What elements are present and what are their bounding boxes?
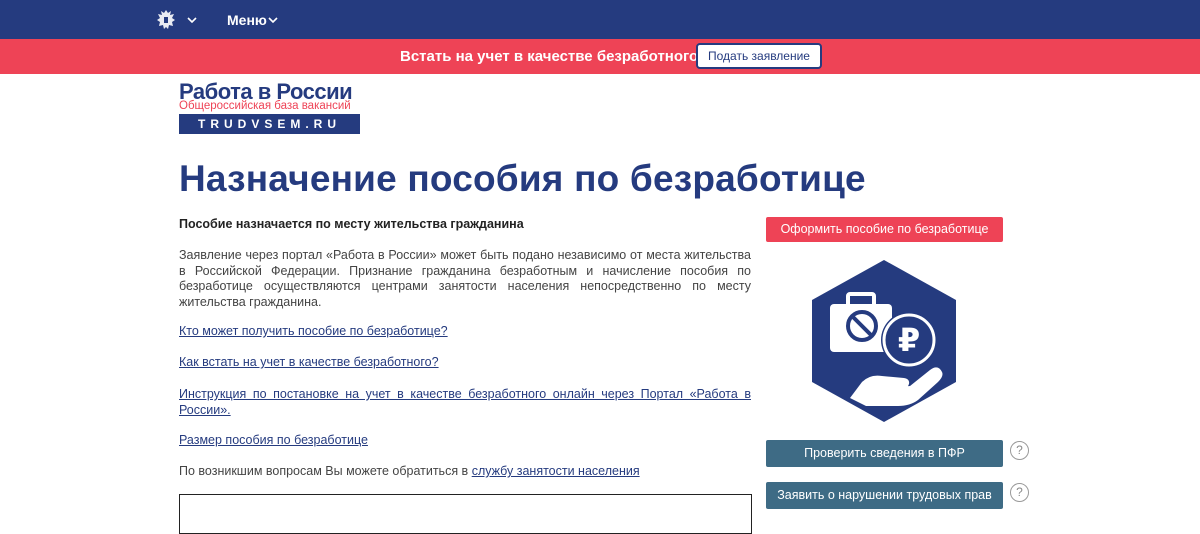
chevron-down-icon[interactable] (187, 16, 197, 24)
svg-text:₽: ₽ (898, 321, 920, 359)
link-how-to-register[interactable]: Как встать на учет в качестве безработно… (179, 355, 439, 369)
apply-benefit-button[interactable]: Оформить пособие по безработице (766, 217, 1003, 242)
top-navigation-bar: Меню (0, 0, 1200, 39)
embedded-frame (179, 494, 752, 534)
logo-subtitle: Общероссийская база вакансий (179, 100, 351, 112)
coat-of-arms-icon[interactable] (155, 8, 177, 32)
contact-text: По возникшим вопросам Вы можете обратить… (179, 464, 640, 478)
link-benefit-amount[interactable]: Размер пособия по безработице (179, 433, 368, 447)
help-icon[interactable]: ? (1010, 441, 1029, 460)
logo-domain: TRUDVSEM.RU (179, 114, 360, 134)
briefcase-ruble-hand-icon: ₽ (812, 260, 956, 422)
help-icon[interactable]: ? (1010, 483, 1029, 502)
contact-prefix: По возникшим вопросам Вы можете обратить… (179, 464, 472, 478)
menu-label[interactable]: Меню (227, 12, 267, 28)
report-violation-button[interactable]: Заявить о нарушении трудовых прав (766, 482, 1003, 509)
link-who-can-get-benefit[interactable]: Кто может получить пособие по безработиц… (179, 324, 448, 338)
banner-text: Встать на учет в качестве безработного (400, 48, 699, 65)
chevron-down-icon[interactable] (268, 16, 278, 24)
link-employment-service[interactable]: службу занятости населения (472, 464, 640, 478)
description-paragraph: Заявление через портал «Работа в России»… (179, 248, 751, 309)
link-online-instruction[interactable]: Инструкция по постановке на учет в качес… (179, 386, 751, 418)
check-pfr-button[interactable]: Проверить сведения в ПФР (766, 440, 1003, 467)
submit-application-button[interactable]: Подать заявление (696, 43, 822, 69)
unemployment-registration-banner: Встать на учет в качестве безработного (0, 39, 1200, 74)
page-title: Назначение пособия по безработице (179, 158, 866, 199)
lead-text: Пособие назначается по месту жительства … (179, 217, 524, 231)
